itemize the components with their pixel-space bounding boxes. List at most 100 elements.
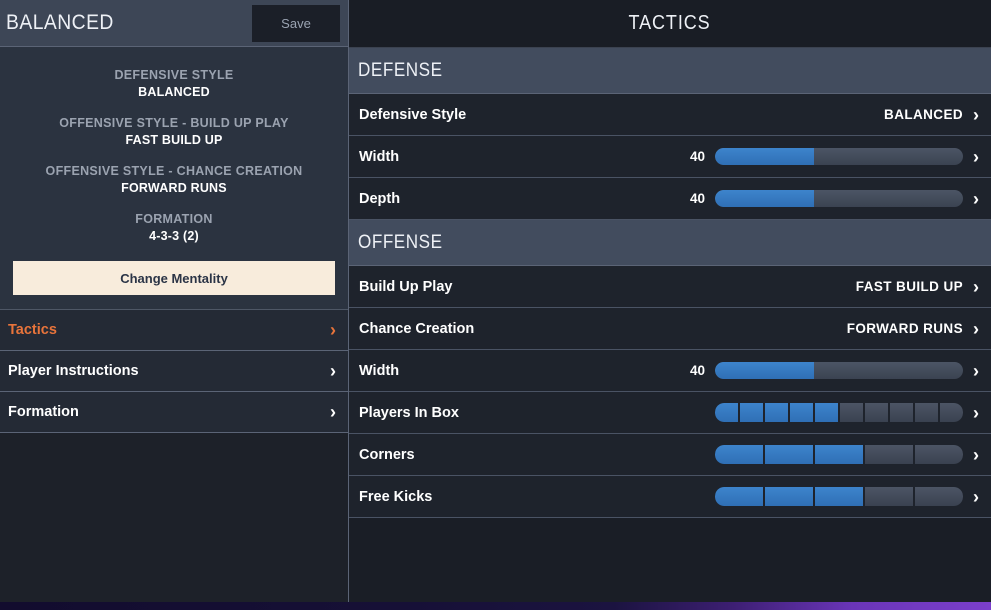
segment[interactable] [790, 403, 813, 422]
segment[interactable] [915, 487, 963, 506]
slider-track[interactable] [715, 148, 963, 165]
sidebar-item-label: Tactics [8, 322, 57, 338]
summary-value: FORWARD RUNS [121, 181, 227, 195]
summary-group: OFFENSIVE STYLE - BUILD UP PLAY FAST BUIL… [10, 115, 338, 149]
chevron-right-icon: › [973, 276, 979, 297]
segment[interactable] [815, 487, 863, 506]
segment[interactable] [765, 487, 813, 506]
sidebar-item-tactics[interactable]: Tactics › [0, 310, 348, 351]
option-control: › [715, 403, 979, 422]
option-row-defensive-style[interactable]: Defensive Style BALANCED › [349, 94, 991, 136]
main-empty-area [349, 518, 991, 602]
chevron-right-icon: › [973, 146, 979, 167]
slider-track[interactable] [715, 190, 963, 207]
chevron-right-icon: › [973, 318, 979, 339]
chevron-right-icon: › [973, 444, 979, 465]
option-label: Width [359, 148, 400, 165]
option-label: Chance Creation [359, 320, 475, 337]
slider-fill [715, 362, 815, 379]
sidebar-header: BALANCED Save [0, 0, 348, 47]
tactics-screen: BALANCED Save DEFENSIVE STYLE BALANCED OFF… [0, 0, 991, 610]
option-control: 40 › [683, 148, 979, 166]
option-value: BALANCED [884, 107, 963, 122]
option-row-chance-creation[interactable]: Chance Creation FORWARD RUNS › [349, 308, 991, 350]
option-label: Build Up Play [359, 278, 453, 295]
summary-label: FORMATION [135, 212, 213, 226]
summary-group: OFFENSIVE STYLE - CHANCE CREATION FORWARD… [10, 163, 338, 197]
segment-track[interactable] [715, 403, 963, 422]
summary-label: OFFENSIVE STYLE - CHANCE CREATION [45, 164, 303, 178]
segment[interactable] [865, 445, 913, 464]
option-row-width[interactable]: Width 40 › [349, 350, 991, 392]
option-control: › [715, 445, 979, 464]
option-control: 40 › [683, 362, 979, 380]
content-row: BALANCED Save DEFENSIVE STYLE BALANCED OFF… [0, 0, 991, 602]
chevron-right-icon: › [973, 360, 979, 381]
option-label: Defensive Style [359, 106, 467, 123]
option-row-free-kicks[interactable]: Free Kicks › [349, 476, 991, 518]
summary-group: FORMATION 4-3-3 (2) [10, 211, 338, 245]
slider-track[interactable] [715, 362, 963, 379]
sidebar-empty-area [0, 433, 348, 602]
option-value: FAST BUILD UP [855, 279, 963, 294]
segment[interactable] [840, 403, 863, 422]
segment[interactable] [715, 445, 763, 464]
chevron-right-icon: › [330, 402, 336, 422]
option-label: Players In Box [359, 404, 459, 421]
option-row-players-in-box[interactable]: Players In Box › [349, 392, 991, 434]
mentality-title: BALANCED [6, 11, 114, 34]
segment[interactable] [815, 445, 863, 464]
segment[interactable] [915, 403, 938, 422]
option-row-corners[interactable]: Corners › [349, 434, 991, 476]
chevron-right-icon: › [973, 486, 979, 507]
segment[interactable] [815, 403, 838, 422]
option-control: › [715, 487, 979, 506]
slider-value: 40 [689, 191, 705, 206]
sidebar-item-label: Formation [8, 404, 79, 420]
segment[interactable] [715, 487, 763, 506]
summary-value: FAST BUILD UP [125, 133, 223, 147]
sidebar-item-player-instructions[interactable]: Player Instructions › [0, 351, 348, 392]
slider-fill [715, 190, 815, 207]
option-value: FORWARD RUNS [846, 321, 963, 336]
chevron-right-icon: › [973, 104, 979, 125]
segment[interactable] [765, 445, 813, 464]
summary-groups: DEFENSIVE STYLE BALANCED OFFENSIVE STYLE -… [10, 67, 338, 245]
segment[interactable] [715, 403, 738, 422]
option-label: Width [359, 362, 400, 379]
chevron-right-icon: › [973, 402, 979, 423]
option-label: Corners [359, 446, 415, 463]
slider-fill [715, 148, 815, 165]
segment[interactable] [890, 403, 913, 422]
segment[interactable] [865, 487, 913, 506]
main-header: TACTICS [349, 0, 991, 48]
summary-value: 4-3-3 (2) [149, 229, 199, 243]
option-row-build-up-play[interactable]: Build Up Play FAST BUILD UP › [349, 266, 991, 308]
segment[interactable] [940, 403, 963, 422]
option-label: Free Kicks [359, 488, 433, 505]
save-button[interactable]: Save [252, 4, 340, 42]
option-control: FAST BUILD UP › [856, 278, 979, 296]
segment[interactable] [740, 403, 763, 422]
summary-label: DEFENSIVE STYLE [114, 68, 234, 82]
segment[interactable] [765, 403, 788, 422]
option-row-width[interactable]: Width 40 › [349, 136, 991, 178]
sidebar-item-label: Player Instructions [8, 363, 139, 379]
summary-label: OFFENSIVE STYLE - BUILD UP PLAY [59, 116, 289, 130]
option-row-depth[interactable]: Depth 40 › [349, 178, 991, 220]
settings-sections: DEFENSE Defensive Style BALANCED › Width 40 › D… [349, 48, 991, 518]
slider-value: 40 [689, 363, 705, 378]
chevron-right-icon: › [973, 188, 979, 209]
segment[interactable] [915, 445, 963, 464]
option-control: BALANCED › [884, 106, 979, 124]
section-header-label: OFFENSE [358, 231, 443, 253]
main-panel: TACTICS DEFENSE Defensive Style BALANCED › W… [349, 0, 991, 602]
sidebar-item-formation[interactable]: Formation › [0, 392, 348, 433]
segment[interactable] [865, 403, 888, 422]
page-title: TACTICS [629, 12, 711, 34]
summary-value: BALANCED [138, 85, 210, 99]
segment-track[interactable] [715, 487, 963, 506]
section-header-label: DEFENSE [358, 59, 443, 81]
segment-track[interactable] [715, 445, 963, 464]
change-mentality-button[interactable]: Change Mentality [13, 261, 335, 295]
